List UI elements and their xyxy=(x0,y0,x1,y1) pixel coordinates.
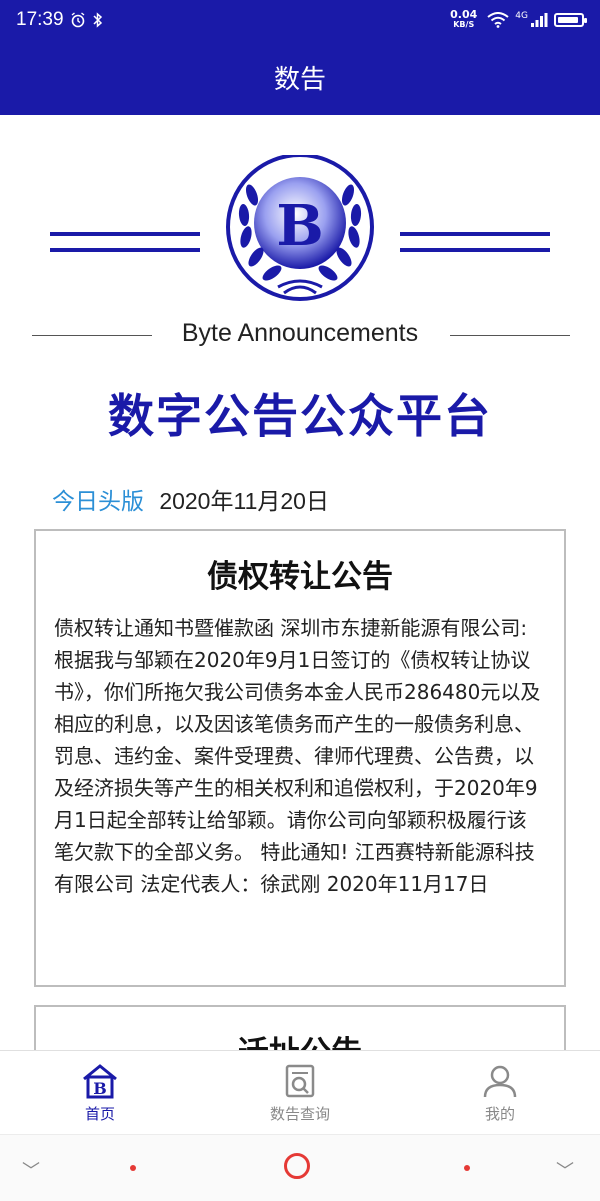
alarm-icon xyxy=(71,12,84,28)
user-icon xyxy=(483,1065,517,1097)
nav-dot-icon[interactable] xyxy=(130,1165,136,1171)
tab-search-announcements[interactable]: 数告查询 xyxy=(200,1063,400,1124)
nav-home-button[interactable] xyxy=(284,1153,310,1179)
tab-label: 数告查询 xyxy=(269,1104,330,1123)
tab-label: 首页 xyxy=(84,1104,115,1123)
date-value: 2020年11月20日 xyxy=(159,488,329,514)
bluetooth-icon xyxy=(93,12,102,28)
nav-chevron-down-icon[interactable]: ﹀ xyxy=(22,1157,40,1183)
tab-profile[interactable]: 我的 xyxy=(400,1063,600,1124)
status-time: 17:39 xyxy=(16,9,64,30)
wifi-icon xyxy=(487,12,509,28)
brand-logo-icon: B xyxy=(226,155,374,301)
network-type: 4G xyxy=(515,11,528,21)
signal-icon xyxy=(531,13,548,27)
logo-lines-left xyxy=(50,232,200,264)
battery-icon xyxy=(554,13,587,27)
announcement-title: 迁址公告 xyxy=(54,1027,546,1050)
announcement-body: 债权转让通知书暨催款函 深圳市东捷新能源有限公司: 根据我与邹颖在2020年9月… xyxy=(54,616,541,896)
tab-label: 我的 xyxy=(484,1104,515,1123)
content-scroll[interactable]: B Byte Announcements 数字公告公众平台 今日头版 2020年… xyxy=(0,115,600,1050)
network-speed: 0.04 KB/S xyxy=(450,8,478,29)
logo-lines-right xyxy=(400,232,550,264)
date-label: 今日头版 xyxy=(52,489,144,515)
tab-home[interactable]: B 首页 xyxy=(0,1063,200,1124)
subtitle-row: Byte Announcements xyxy=(0,315,600,355)
logo-letter: B xyxy=(276,193,323,259)
status-bar: 17:39 0.04 KB/S 4G xyxy=(0,0,600,40)
home-icon: B xyxy=(83,1063,117,1098)
system-nav-bar: ﹀ ﹀ xyxy=(0,1134,600,1201)
date-row: 今日头版 2020年11月20日 xyxy=(52,482,329,516)
search-document-icon xyxy=(285,1064,315,1097)
svg-text:B: B xyxy=(93,1079,107,1098)
subtitle: Byte Announcements xyxy=(181,319,419,347)
subtitle-divider-right xyxy=(450,335,570,336)
announcement-title: 债权转让公告 xyxy=(207,559,393,595)
app-bar: 数告 xyxy=(0,40,600,115)
app-title: 数告 xyxy=(273,65,326,95)
main-title: 数字公告公众平台 xyxy=(108,389,492,443)
announcement-card[interactable]: 迁址公告 xyxy=(34,1005,566,1050)
logo-header: B xyxy=(0,145,600,305)
nav-dot-icon[interactable] xyxy=(464,1165,470,1171)
bottom-tab-bar: B 首页 数告查询 我的 xyxy=(0,1050,600,1135)
announcement-card[interactable]: 债权转让公告 债权转让通知书暨催款函 深圳市东捷新能源有限公司: 根据我与邹颖在… xyxy=(34,529,566,987)
nav-chevron-down-icon[interactable]: ﹀ xyxy=(556,1157,574,1183)
